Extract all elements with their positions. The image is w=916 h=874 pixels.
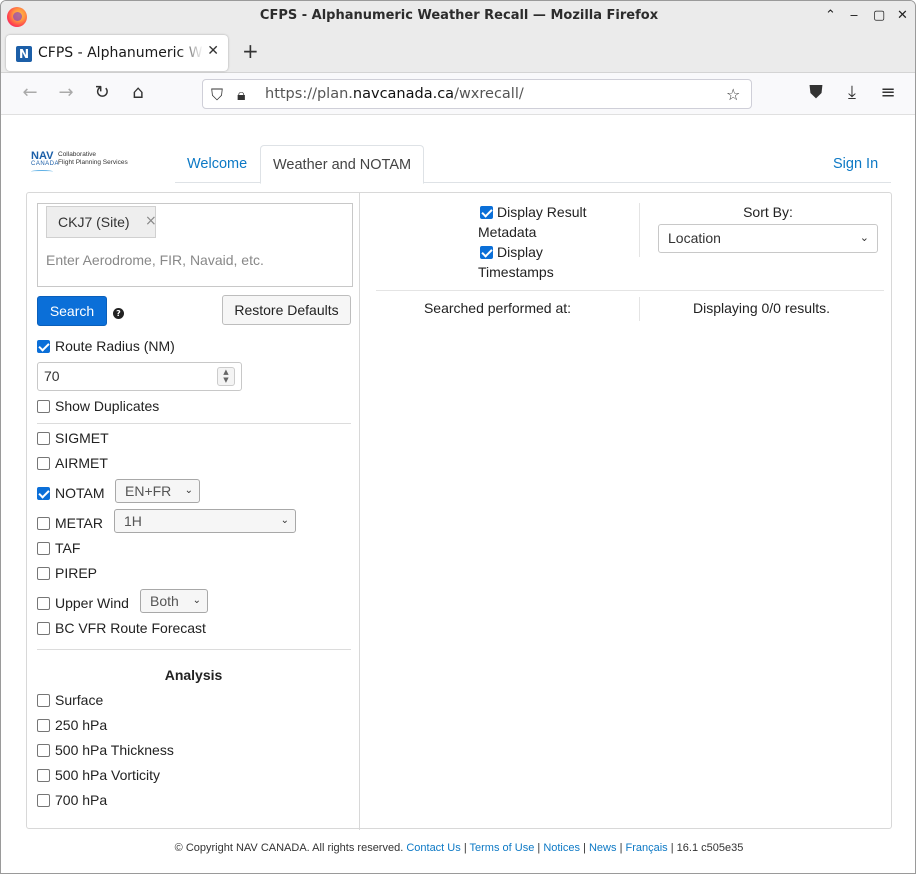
chevron-down-icon: ⌄	[859, 232, 869, 244]
pirep-checkbox[interactable]	[37, 567, 50, 580]
francais-link[interactable]: Français	[625, 842, 667, 854]
minimize-icon[interactable]: ‒	[849, 9, 859, 23]
spinner-icon[interactable]: ▲ ▼	[217, 367, 235, 386]
news-link[interactable]: News	[589, 842, 617, 854]
taf-checkbox[interactable]	[37, 542, 50, 555]
airmet-checkbox[interactable]	[37, 457, 50, 470]
searched-performed-text: Searched performed at:	[423, 300, 572, 316]
sign-in-link[interactable]: Sign In	[833, 145, 878, 183]
display-metadata-option[interactable]: Display Result Metadata	[478, 202, 640, 242]
sort-by-label: Sort By:	[743, 204, 793, 220]
location-search-input[interactable]	[46, 252, 336, 268]
display-timestamps-checkbox[interactable]	[480, 246, 493, 259]
bookmark-star-icon[interactable]: ☆	[726, 85, 740, 104]
download-icon[interactable]: ⤓	[842, 83, 862, 103]
results-count-text: Displaying 0/0 results.	[693, 300, 830, 316]
metar-checkbox[interactable]	[37, 517, 50, 530]
lock-icon[interactable]: 🔒︎	[237, 85, 246, 105]
nav-canada-logo[interactable]: NAV CANADA Collaborative Flight Planning …	[31, 151, 128, 171]
tab-weather-and-notam[interactable]: Weather and NOTAM	[260, 145, 425, 184]
maximize-icon[interactable]: ▢	[873, 9, 885, 23]
chevron-down-icon: ⌄	[192, 595, 201, 606]
route-radius-checkbox[interactable]	[37, 340, 50, 353]
divider	[639, 203, 640, 257]
bc-vfr-checkbox[interactable]	[37, 622, 50, 635]
show-duplicates-checkbox[interactable]	[37, 400, 50, 413]
tab-close-icon[interactable]: ✕	[207, 43, 219, 59]
500hpa-thickness-checkbox[interactable]	[37, 744, 50, 757]
title-bar: CFPS - Alphanumeric Weather Recall — Moz…	[1, 1, 915, 32]
analysis-heading: Analysis	[164, 667, 223, 683]
tab-welcome[interactable]: Welcome	[187, 145, 247, 183]
700hpa-checkbox[interactable]	[37, 794, 50, 807]
menu-icon[interactable]: ≡	[878, 83, 898, 103]
page-content: NAV CANADA Collaborative Flight Planning …	[1, 115, 915, 873]
250hpa-checkbox[interactable]	[37, 719, 50, 732]
restore-defaults-button[interactable]: Restore Defaults	[222, 295, 351, 325]
location-chip[interactable]: CKJ7 (Site) ×	[46, 206, 157, 238]
back-icon[interactable]: ←	[20, 83, 40, 103]
navcanada-favicon-icon: N	[16, 46, 32, 62]
main-tabs: Welcome Weather and NOTAM Sign In	[175, 145, 891, 184]
divider	[37, 649, 351, 650]
500hpa-vorticity-checkbox[interactable]	[37, 769, 50, 782]
route-radius-input[interactable]: 70 ▲ ▼	[37, 362, 242, 391]
search-button[interactable]: Search	[37, 296, 107, 326]
search-sidebar: CKJ7 (Site) × Search ? Restore Defaults …	[27, 193, 360, 830]
notam-language-select[interactable]: EN+FR ⌄	[115, 479, 200, 503]
upper-wind-checkbox[interactable]	[37, 597, 50, 610]
forward-icon[interactable]: →	[56, 83, 76, 103]
home-icon[interactable]: ⌂	[128, 83, 148, 103]
close-window-icon[interactable]: ✕	[897, 9, 908, 23]
browser-window: CFPS - Alphanumeric Weather Recall — Moz…	[0, 0, 916, 874]
location-search-box[interactable]: CKJ7 (Site) ×	[37, 203, 353, 287]
metar-period-select[interactable]: 1H ⌄	[114, 509, 296, 533]
divider	[37, 423, 351, 424]
navigation-bar: ← → ↻ ⌂ ⛉ 🔒︎ https://plan.navcanada.ca/w…	[1, 73, 915, 115]
notices-link[interactable]: Notices	[543, 842, 580, 854]
display-timestamps-option[interactable]: Display Timestamps	[478, 242, 640, 282]
pocket-icon[interactable]: ⛊	[806, 83, 826, 103]
upper-wind-select[interactable]: Both ⌄	[140, 589, 208, 613]
help-icon[interactable]: ?	[113, 308, 124, 319]
sort-by-select[interactable]: Location ⌄	[658, 224, 878, 253]
reload-icon[interactable]: ↻	[92, 83, 112, 103]
divider	[376, 290, 884, 291]
weather-recall-panel: CKJ7 (Site) × Search ? Restore Defaults …	[26, 192, 892, 830]
contact-us-link[interactable]: Contact Us	[406, 842, 460, 854]
terms-of-use-link[interactable]: Terms of Use	[470, 842, 535, 854]
display-options: Display Result Metadata Display Timestam…	[478, 202, 640, 280]
display-metadata-checkbox[interactable]	[480, 206, 493, 219]
chip-remove-icon[interactable]: ×	[145, 213, 157, 229]
version-text: 16.1 c505e35	[676, 842, 744, 854]
surface-checkbox[interactable]	[37, 694, 50, 707]
shield-icon[interactable]: ⛉	[211, 85, 223, 105]
new-tab-icon[interactable]: +	[242, 40, 259, 62]
tab-title: CFPS - Alphanumeric Weather Recall	[38, 45, 203, 61]
window-title: CFPS - Alphanumeric Weather Recall — Moz…	[259, 8, 659, 23]
notam-checkbox[interactable]	[37, 487, 50, 500]
chevron-down-icon: ⌄	[280, 515, 289, 526]
browser-tab[interactable]: N CFPS - Alphanumeric Weather Recall ✕	[6, 35, 228, 71]
footer: © Copyright NAV CANADA. All rights reser…	[174, 842, 744, 854]
tab-strip: N CFPS - Alphanumeric Weather Recall ✕ +	[1, 32, 915, 73]
collapse-icon[interactable]: ⌃	[825, 9, 836, 23]
url-bar[interactable]: ⛉ 🔒︎ https://plan.navcanada.ca/wxrecall/…	[202, 79, 752, 109]
url-text[interactable]: https://plan.navcanada.ca/wxrecall/	[265, 86, 524, 102]
sigmet-checkbox[interactable]	[37, 432, 50, 445]
chevron-down-icon: ⌄	[184, 485, 193, 496]
